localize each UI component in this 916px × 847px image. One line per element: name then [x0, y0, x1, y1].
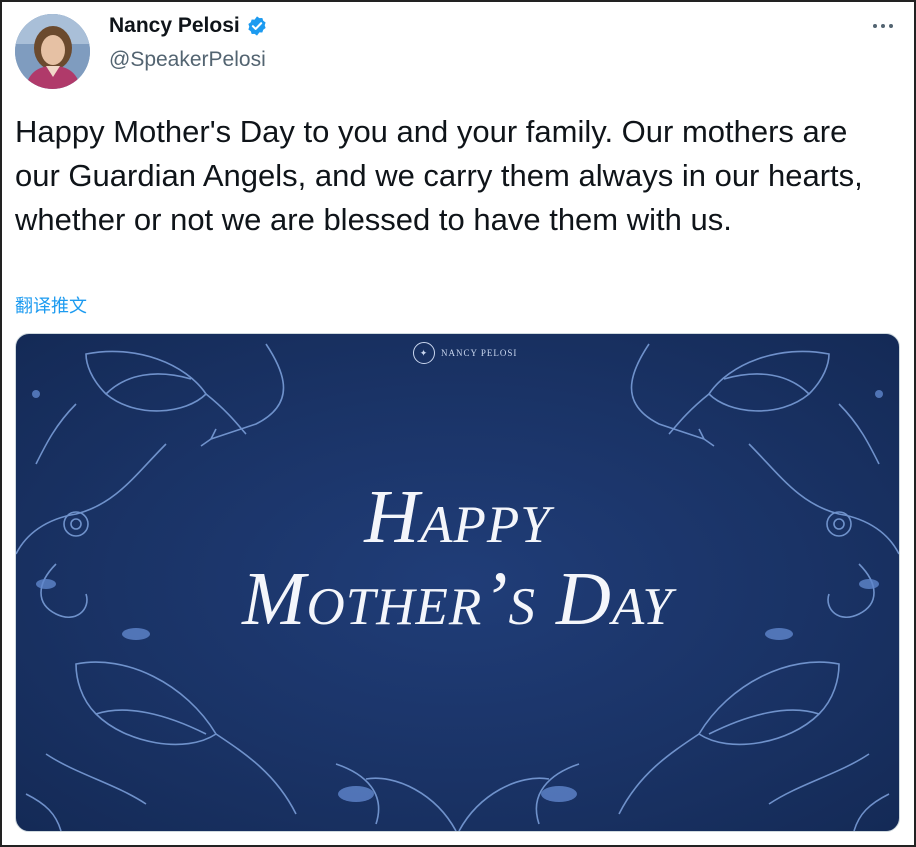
headline-line-1: Happy: [364, 475, 551, 559]
verified-badge-icon: [248, 16, 266, 36]
author-name[interactable]: Nancy Pelosi: [109, 14, 240, 38]
more-options-icon[interactable]: [868, 14, 898, 38]
tweet-text: Happy Mother's Day to you and your famil…: [15, 114, 863, 237]
avatar[interactable]: [15, 14, 90, 89]
headline-line-2: Mother’s Day: [242, 557, 673, 641]
media-logo: ✦ NANCY PELOSI: [413, 342, 517, 364]
seal-icon: ✦: [413, 342, 435, 364]
avatar-image: [15, 14, 90, 89]
translate-tweet-link[interactable]: 翻译推文: [15, 292, 87, 318]
author-handle[interactable]: @SpeakerPelosi: [109, 48, 266, 72]
tweet-card: Nancy Pelosi @SpeakerPelosi Happy Mother…: [0, 0, 916, 847]
tweet-media-image[interactable]: ✦ NANCY PELOSI Happy Mother’s Day: [15, 333, 900, 832]
media-logo-text: NANCY PELOSI: [441, 348, 518, 358]
author-name-row[interactable]: Nancy Pelosi: [109, 14, 268, 38]
